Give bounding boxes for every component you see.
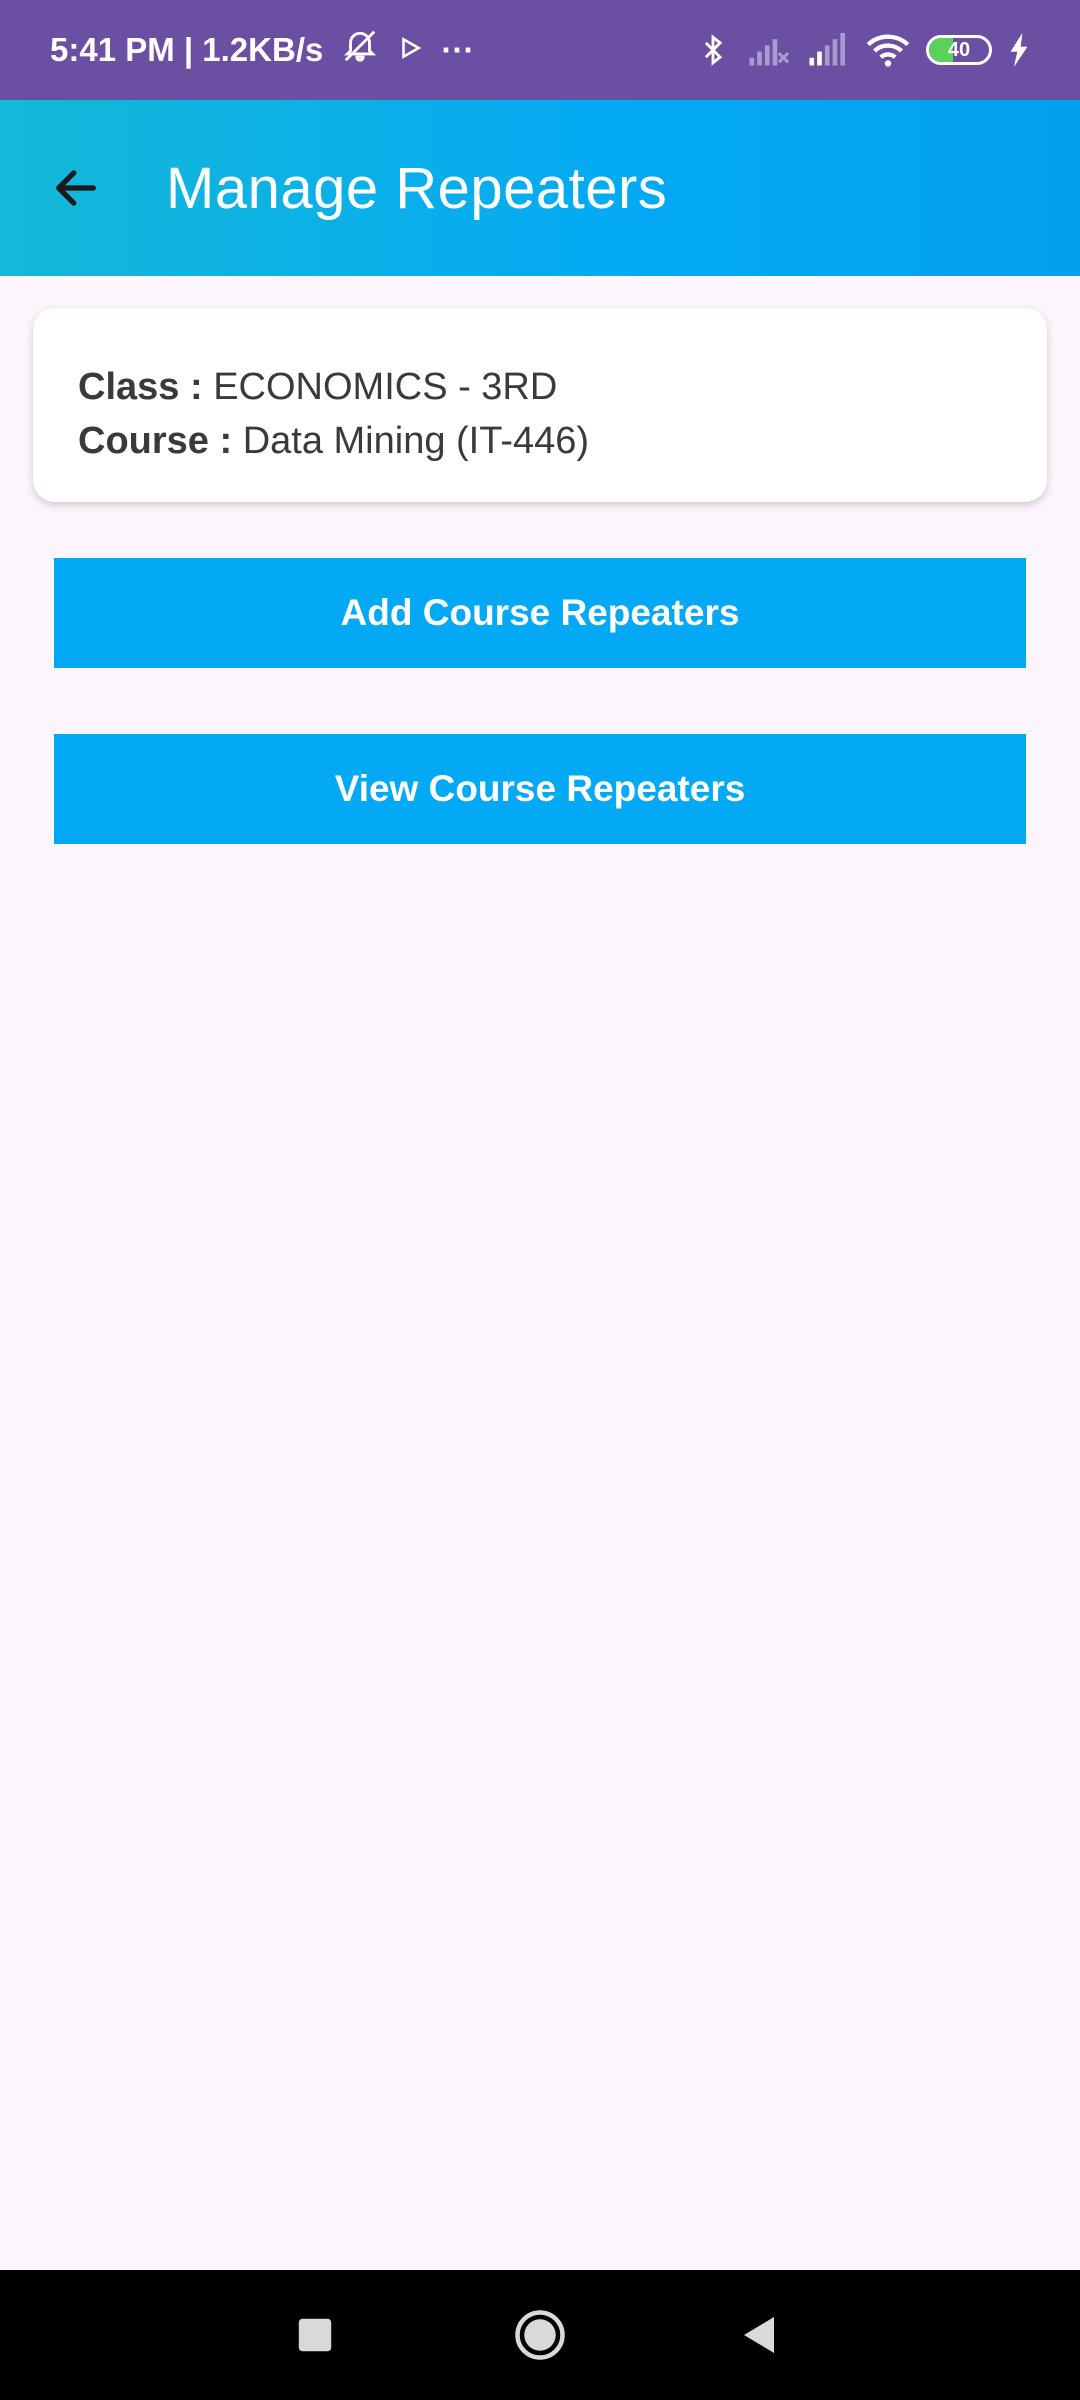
signal-no-service-icon — [746, 33, 790, 67]
battery-level: 40 — [947, 38, 971, 61]
circle-home-icon — [515, 2310, 565, 2360]
triangle-back-icon — [744, 2317, 774, 2353]
course-label: Course : — [78, 420, 233, 462]
view-course-repeaters-button[interactable]: View Course Repeaters — [54, 734, 1026, 844]
class-row: Class : ECONOMICS - 3RD — [78, 360, 1002, 414]
signal-strength-icon — [806, 33, 850, 67]
alarm-off-icon — [341, 27, 379, 73]
add-course-repeaters-button[interactable]: Add Course Repeaters — [54, 558, 1026, 668]
class-info-card: Class : ECONOMICS - 3RD Course : Data Mi… — [33, 308, 1047, 502]
play-icon — [397, 31, 423, 69]
page-title: Manage Repeaters — [166, 155, 668, 221]
square-icon — [298, 2318, 332, 2352]
status-time-speed: 5:41 PM | 1.2KB/s — [50, 31, 324, 68]
class-value: ECONOMICS - 3RD — [213, 366, 558, 408]
class-label: Class : — [78, 366, 203, 408]
arrow-back-icon — [56, 170, 96, 206]
home-button[interactable] — [490, 2285, 590, 2385]
recent-apps-button[interactable] — [265, 2285, 365, 2385]
course-value: Data Mining (IT-446) — [242, 420, 590, 462]
charging-icon — [1008, 33, 1030, 67]
course-row: Course : Data Mining (IT-446) — [78, 414, 1002, 468]
app-bar: Manage Repeaters — [0, 100, 1080, 276]
more-notifications-icon: ··· — [441, 31, 475, 68]
status-bar: 5:41 PM | 1.2KB/s ··· 40 — [0, 0, 1080, 100]
bluetooth-icon — [696, 31, 730, 69]
system-nav-bar — [0, 2270, 1080, 2400]
wifi-icon — [866, 32, 910, 68]
battery-icon: 40 — [926, 35, 992, 65]
back-button[interactable] — [26, 138, 126, 238]
back-nav-button[interactable] — [710, 2285, 810, 2385]
